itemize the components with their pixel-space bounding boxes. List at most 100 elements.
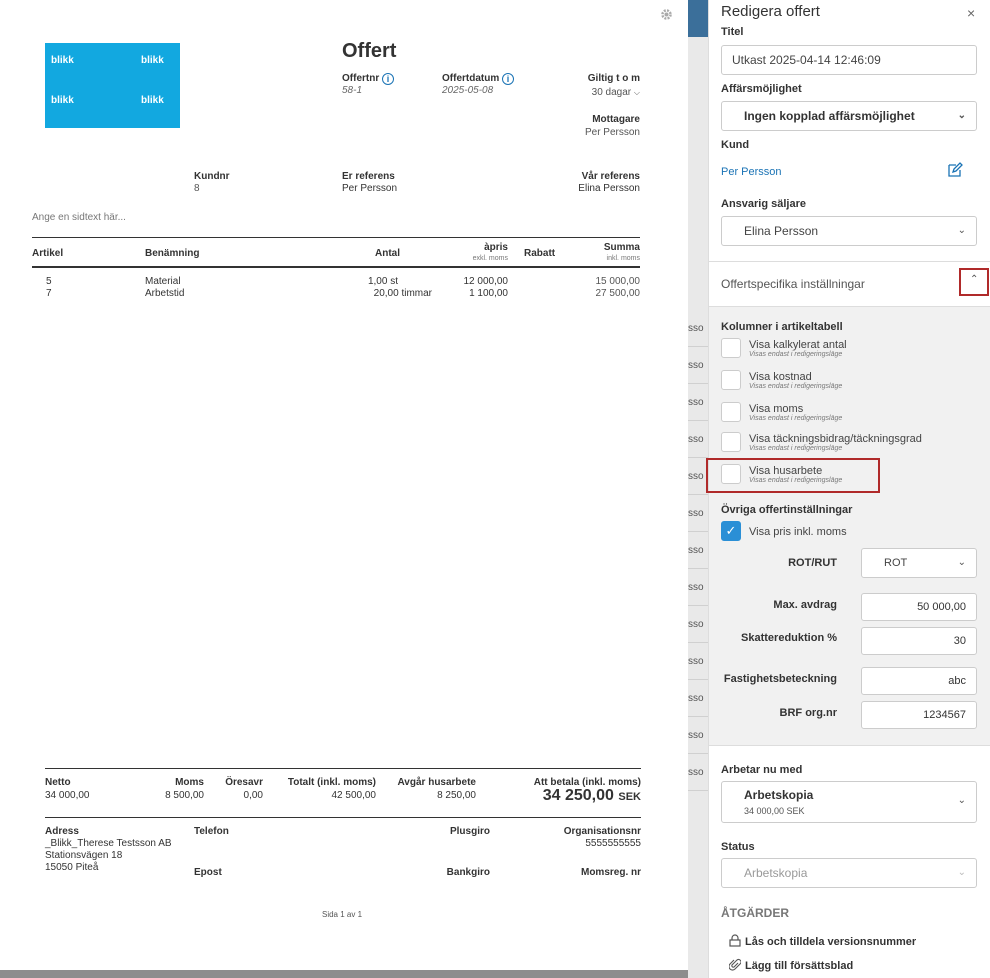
info-icon[interactable]: i	[382, 73, 395, 85]
giltig-label: Giltig t o m	[587, 73, 640, 84]
col-summa-sub: inkl. moms	[606, 255, 640, 262]
panel-title: Redigera offert	[721, 3, 820, 20]
lock-version-action[interactable]: Lås och tilldela versionsnummer	[729, 934, 916, 948]
orgnr-value: 5555555555	[585, 838, 641, 849]
background-row: sso	[688, 680, 708, 717]
edit-icon[interactable]	[947, 162, 963, 181]
adress-label: Adress	[45, 826, 79, 837]
chevron-down-icon: ⌄	[957, 795, 966, 806]
kundnr-value: 8	[194, 183, 200, 194]
divider	[709, 261, 990, 262]
fastighetsbeteckning-label: Fastighetsbeteckning	[723, 673, 837, 685]
row-artikel: 5	[46, 276, 52, 287]
var-referens-label: Vår referens	[581, 171, 640, 182]
col-antal: Antal	[375, 248, 400, 259]
moms-label: Moms	[175, 777, 204, 788]
skattereduktion-input[interactable]: 30	[861, 627, 977, 655]
kund-link[interactable]: Per Persson	[721, 166, 782, 178]
offertdatum-label: Offertdatum i	[442, 73, 515, 85]
arbetar-label: Arbetar nu med	[721, 764, 803, 776]
row-antal: 20,00 timmar	[373, 288, 432, 299]
affarsmojlighet-select[interactable]: Ingen kopplad affärsmöjlighet ⌄	[721, 101, 977, 131]
brf-orgnr-input[interactable]: 1234567	[861, 701, 977, 729]
att-betala-value: 34 250,00 SEK	[542, 787, 641, 804]
maxavdrag-label: Max. avdrag	[773, 599, 837, 611]
checkbox-hint: Visas endast i redigeringsläge	[749, 351, 843, 358]
info-icon[interactable]: i	[502, 73, 515, 85]
checkbox-tackningsbidrag[interactable]	[721, 432, 741, 452]
footer-rule	[45, 817, 641, 818]
close-icon[interactable]: ×	[967, 5, 975, 21]
background-row: sso	[688, 310, 708, 347]
checkbox-husarbete[interactable]	[721, 464, 741, 484]
background-row: sso	[688, 421, 708, 458]
saljare-select[interactable]: Elina Persson ⌄	[721, 216, 977, 246]
kund-label: Kund	[721, 139, 750, 151]
husarbete-label: Avgår husarbete	[397, 777, 476, 788]
background-row: sso	[688, 717, 708, 754]
col-apris-sub: exkl. moms	[472, 255, 508, 262]
mottagare-label: Mottagare	[592, 114, 640, 125]
table-header-rule	[32, 266, 640, 268]
collapse-section-button[interactable]: ⌃	[959, 268, 989, 296]
offertspecifika-label: Offertspecifika inställningar	[721, 277, 865, 291]
background-row: sso	[688, 569, 708, 606]
offertnr-label: Offertnr i	[342, 73, 395, 85]
checkbox-kostnad[interactable]	[721, 370, 741, 390]
col-summa: Summa	[603, 242, 640, 253]
brf-orgnr-label: BRF org.nr	[779, 707, 837, 719]
offertdatum-value: 2025-05-08	[442, 85, 494, 96]
bankgiro-label: Bankgiro	[446, 867, 490, 878]
col-benamning: Benämning	[145, 248, 200, 259]
titel-label: Titel	[721, 26, 744, 38]
paperclip-icon	[728, 958, 742, 971]
checkbox-kalkylerat-antal[interactable]	[721, 338, 741, 358]
epost-label: Epost	[194, 867, 222, 878]
row-benamning: Arbetstid	[145, 288, 185, 299]
background-row: sso	[688, 458, 708, 495]
fastighetsbeteckning-input[interactable]: abc	[861, 667, 977, 695]
totalt-value: 42 500,00	[331, 790, 377, 801]
gear-icon[interactable]	[660, 8, 673, 24]
background-row: sso	[688, 606, 708, 643]
col-apris: àpris	[484, 242, 508, 253]
maxavdrag-input[interactable]: 50 000,00	[861, 593, 977, 621]
sidtext-placeholder[interactable]: Ange en sidtext här...	[32, 212, 126, 223]
background-row: sso	[688, 495, 708, 532]
row-benamning: Material	[145, 276, 181, 287]
document-heading: Offert	[342, 40, 397, 62]
document-bottom-edge	[0, 970, 688, 978]
moms-value: 8 500,00	[165, 790, 204, 801]
checkbox-label: Visa kalkylerat antal	[749, 339, 847, 351]
checkbox-visa-pris-inkl-moms[interactable]: ✓	[721, 521, 741, 541]
divider	[709, 745, 990, 746]
row-summa: 15 000,00	[595, 276, 641, 287]
checkbox-hint: Visas endast i redigeringsläge	[749, 383, 843, 390]
version-select[interactable]: Arbetskopia 34 000,00 SEK ⌄	[721, 781, 977, 823]
kolumner-label: Kolumner i artikeltabell	[721, 321, 843, 333]
background-row: sso	[688, 754, 708, 791]
checkbox-hint: Visas endast i redigeringsläge	[749, 415, 843, 422]
affarsmojlighet-label: Affärsmöjlighet	[721, 83, 802, 95]
chevron-down-icon: ⌄	[957, 557, 966, 568]
add-cover-sheet-action[interactable]: Lägg till försättsblad	[728, 958, 853, 972]
husarbete-value: 8 250,00	[437, 790, 476, 801]
checkbox-moms[interactable]	[721, 402, 741, 422]
titel-input[interactable]: Utkast 2025-04-14 12:46:09	[721, 45, 977, 75]
row-summa: 27 500,00	[595, 288, 641, 299]
checkbox-label: Visa husarbete	[749, 465, 823, 477]
giltig-dropdown[interactable]: 30 dagar ⌵	[540, 87, 640, 98]
chevron-down-icon: ⌄	[957, 110, 966, 121]
edit-quote-panel: Redigera offert × Titel Utkast 2025-04-1…	[706, 0, 990, 978]
rotrut-select[interactable]: ROT ⌄	[861, 548, 977, 578]
status-select[interactable]: Arbetskopia ⌄	[721, 858, 977, 888]
lock-icon	[729, 934, 741, 947]
orgnr-label: Organisationsnr	[563, 826, 641, 837]
saljare-label: Ansvarig säljare	[721, 198, 806, 210]
quote-document: blikk blikk blikk blikk Offert Offertnr …	[0, 0, 688, 970]
momsreg-label: Momsreg. nr	[580, 867, 641, 878]
adress-line: Stationsvägen 18	[45, 850, 123, 861]
atgarder-heading: ÅTGÄRDER	[721, 906, 789, 920]
var-referens-value: Elina Persson	[578, 183, 640, 194]
table-top-rule	[32, 237, 640, 238]
